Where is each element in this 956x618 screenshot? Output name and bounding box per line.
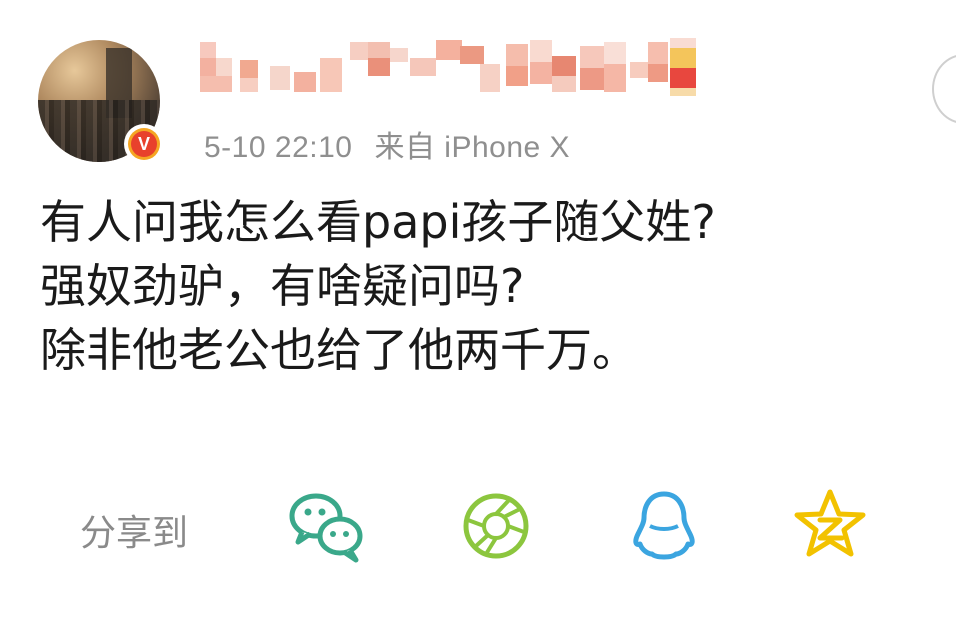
moments-aperture-icon[interactable] (456, 486, 536, 566)
post-timestamp: 5-10 22:10 (204, 131, 353, 164)
post-line: 有人问我怎么看papi孩子随父姓? (40, 195, 716, 249)
more-button[interactable] (932, 54, 956, 124)
wechat-icon[interactable] (286, 486, 366, 566)
qq-penguin-icon[interactable] (624, 486, 704, 566)
post-content: 有人问我怎么看papi孩子随父姓? 强奴劲驴，有啥疑问吗? 除非他老公也给了他两… (40, 190, 920, 382)
post-line: 除非他老公也给了他两千万。 (40, 323, 638, 377)
post-source: 来自 iPhone X (374, 131, 571, 164)
qzone-star-icon[interactable] (790, 486, 870, 566)
share-label: 分享到 (80, 513, 189, 554)
username-pixelated[interactable] (200, 38, 700, 96)
post-line: 强奴劲驴，有啥疑问吗? (40, 259, 525, 313)
verified-badge-icon: V (124, 124, 164, 164)
post-meta: 5-10 22:10 来自 iPhone X (204, 122, 570, 166)
